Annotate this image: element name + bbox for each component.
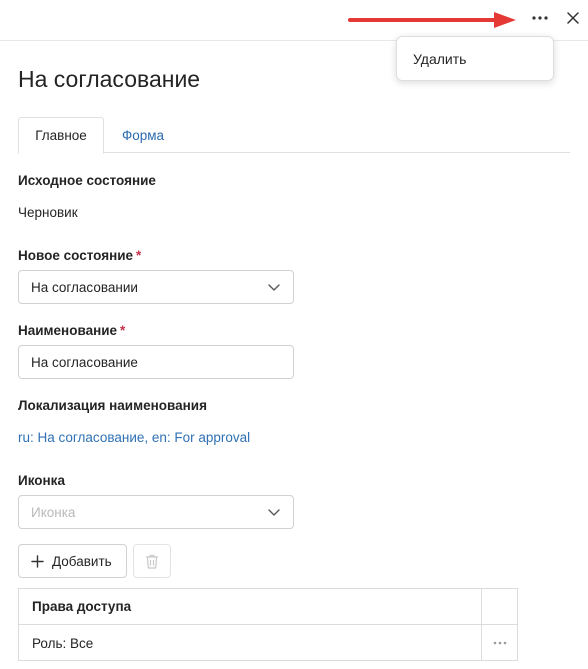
new-state-label-text: Новое состояние bbox=[18, 248, 134, 263]
new-state-select-value: На согласовании bbox=[31, 279, 138, 295]
add-button-label: Добавить bbox=[52, 553, 112, 569]
chevron-down-icon bbox=[268, 284, 280, 291]
new-state-label: Новое состояние * bbox=[18, 248, 141, 263]
page-title: На согласование bbox=[18, 66, 201, 92]
new-state-select[interactable]: На согласовании bbox=[18, 270, 294, 304]
trash-icon bbox=[146, 554, 158, 569]
source-state-label: Исходное состояние bbox=[18, 173, 156, 188]
more-horizontal-icon bbox=[493, 641, 507, 645]
name-input[interactable]: На согласование bbox=[18, 345, 294, 379]
annotation-arrow bbox=[348, 12, 516, 28]
source-state-value: Черновик bbox=[18, 205, 78, 220]
more-horizontal-icon bbox=[532, 16, 548, 20]
required-mark: * bbox=[136, 248, 142, 263]
access-rights-table: Права доступа Роль: Все bbox=[18, 588, 518, 661]
name-label: Наименование * bbox=[18, 323, 125, 338]
name-localization-link[interactable]: ru: На согласование, en: For approval bbox=[18, 430, 250, 445]
plus-icon bbox=[31, 554, 44, 568]
menu-item-delete[interactable]: Удалить bbox=[397, 37, 553, 80]
table-row[interactable]: Роль: Все bbox=[19, 626, 517, 660]
tab-form[interactable]: Форма bbox=[110, 117, 176, 153]
column-header-access-rights: Права доступа bbox=[32, 599, 132, 614]
add-button[interactable]: Добавить bbox=[18, 544, 127, 578]
more-options-button[interactable] bbox=[526, 6, 554, 30]
delete-button[interactable] bbox=[133, 544, 171, 578]
icon-select[interactable]: Иконка bbox=[18, 495, 294, 529]
role-cell: Роль: Все bbox=[32, 636, 94, 651]
name-input-value: На согласование bbox=[31, 354, 138, 370]
table-header-row: Права доступа bbox=[19, 589, 517, 625]
close-button[interactable] bbox=[561, 6, 585, 30]
chevron-down-icon bbox=[268, 509, 280, 516]
name-label-text: Наименование bbox=[18, 323, 118, 338]
icon-select-placeholder: Иконка bbox=[31, 504, 76, 520]
more-options-menu: Удалить bbox=[396, 36, 554, 81]
name-localization-label: Локализация наименования bbox=[18, 398, 207, 413]
row-more-button[interactable] bbox=[487, 634, 513, 652]
required-mark: * bbox=[120, 323, 126, 338]
tab-main[interactable]: Главное bbox=[18, 117, 104, 154]
close-icon bbox=[567, 12, 579, 24]
icon-label: Иконка bbox=[18, 473, 65, 488]
